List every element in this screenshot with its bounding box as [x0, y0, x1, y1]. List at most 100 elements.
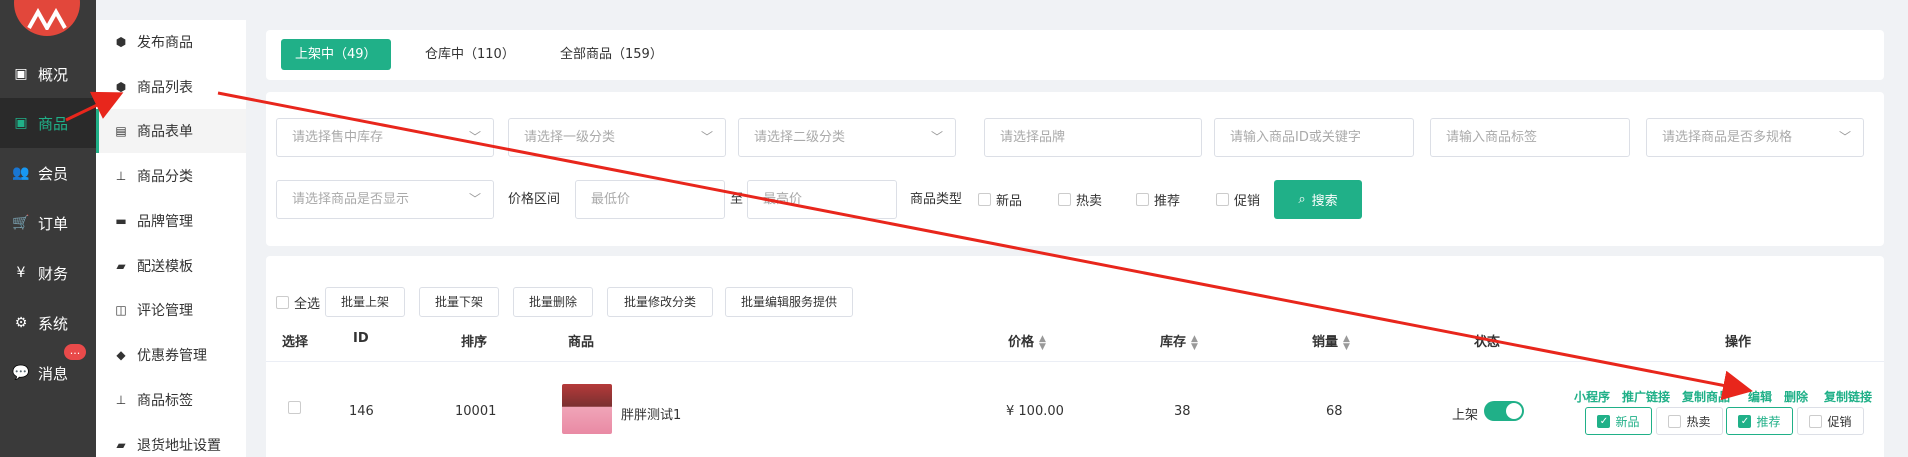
cell-product-name[interactable]: 胖胖测试1 [621, 404, 681, 423]
display-select[interactable]: 请选择商品是否显示 ﹀ [276, 180, 494, 219]
batch-on-sale-button[interactable]: 批量上架 [325, 287, 405, 317]
copy-url-link[interactable]: 复制链接 [1824, 388, 1872, 405]
submenu-item-label: 配送模板 [137, 259, 193, 275]
submenu-item-comments[interactable]: ◫ 评论管理 [96, 288, 246, 332]
header-id: ID [353, 331, 369, 346]
status-toggle[interactable] [1484, 401, 1524, 421]
copy-product-link[interactable]: 复制商品 [1682, 388, 1730, 405]
nav-item-members[interactable]: 👥 会员 [0, 148, 96, 198]
users-icon: 👥 [12, 165, 30, 181]
miniprogram-link[interactable]: 小程序 [1574, 388, 1610, 405]
logo-icon [27, 8, 67, 30]
nav-item-products[interactable]: ▣ 商品 [0, 98, 96, 148]
brand-input[interactable]: 请选择品牌 [984, 118, 1202, 157]
promo-link[interactable]: 推广链接 [1622, 388, 1670, 405]
checkbox-box [1668, 414, 1682, 428]
header-price-label: 价格 [1008, 335, 1035, 350]
submenu-item-shipping[interactable]: ▰ 配送模板 [96, 244, 246, 288]
nav-item-finance[interactable]: ¥ 财务 [0, 248, 96, 298]
type-hot-checkbox[interactable]: 热卖 [1058, 180, 1102, 219]
gear-icon: ⚙ [14, 315, 28, 331]
checkbox-label: 推荐 [1154, 194, 1181, 209]
submenu-item-list[interactable]: ⬢ 商品列表 [96, 65, 246, 109]
spec-select[interactable]: 请选择商品是否多规格 ﹀ [1646, 118, 1864, 157]
submenu-item-form[interactable]: ▤ 商品表单 [96, 109, 246, 153]
header-price[interactable]: 价格 ▲ ▼ [1008, 331, 1047, 351]
checkbox-label: 新品 [996, 194, 1023, 209]
submenu-item-publish[interactable]: ⬢ 发布商品 [96, 20, 246, 64]
category1-select[interactable]: 请选择一级分类 ﹀ [508, 118, 726, 157]
sort-icon[interactable]: ▲ ▼ [1191, 334, 1199, 351]
checkbox-box [1058, 193, 1071, 206]
tab-all[interactable]: 全部商品（159） [546, 39, 677, 70]
submenu-item-label: 商品分类 [137, 169, 193, 185]
submenu-item-label: 商品列表 [137, 80, 193, 96]
max-price-input[interactable]: 最高价 [747, 180, 897, 219]
nav-item-messages[interactable]: 💬 消息 ... [0, 344, 96, 398]
submenu-item-label: 品牌管理 [137, 214, 193, 230]
tag-new-toggle[interactable]: ✓ 新品 [1585, 407, 1652, 435]
type-promo-checkbox[interactable]: 促销 [1216, 180, 1260, 219]
submenu-item-brand[interactable]: ▬ 品牌管理 [96, 199, 246, 243]
truck-icon: ▰ [116, 259, 126, 273]
submenu-item-coupons[interactable]: ◆ 优惠券管理 [96, 333, 246, 377]
nav-item-label: 商品 [38, 114, 69, 133]
select-all-checkbox[interactable]: 全选 [276, 283, 320, 322]
submenu-item-category[interactable]: ⊥ 商品分类 [96, 154, 246, 198]
chevron-down-icon: ﹀ [468, 130, 481, 144]
tag-recommend-toggle[interactable]: ✓ 推荐 [1726, 407, 1793, 435]
submenu-item-labels[interactable]: ⊥ 商品标签 [96, 378, 246, 422]
min-price-input[interactable]: 最低价 [575, 180, 725, 219]
submenu-item-return-address[interactable]: ▰ 退货地址设置 [96, 423, 246, 457]
batch-off-sale-button[interactable]: 批量下架 [419, 287, 499, 317]
checkbox-box [276, 296, 289, 309]
message-badge: ... [64, 344, 86, 360]
cell-stock: 38 [1174, 404, 1191, 419]
status-tabs: 上架中（49） 仓库中（110） 全部商品（159） [266, 30, 1884, 80]
header-product: 商品 [568, 335, 595, 350]
nav-item-orders[interactable]: 🛒 订单 [0, 198, 96, 248]
keyword-input[interactable]: 请输入商品ID或关键字 [1214, 118, 1414, 157]
product-submenu: ⬢ 发布商品 ⬢ 商品列表 ▤ 商品表单 ⊥ 商品分类 ▬ 品牌管理 ▰ 配送模… [96, 20, 246, 457]
nav-item-system[interactable]: ⚙ 系统 [0, 298, 96, 348]
delete-link[interactable]: 删除 [1784, 388, 1808, 405]
cart-icon: 🛒 [12, 215, 30, 231]
tag-promo-toggle[interactable]: 促销 [1797, 407, 1864, 435]
batch-change-category-button[interactable]: 批量修改分类 [607, 287, 713, 317]
tag-label: 促销 [1827, 414, 1852, 429]
header-sales[interactable]: 销量 ▲ ▼ [1312, 331, 1351, 351]
row-checkbox[interactable] [288, 388, 306, 427]
tag-hot-toggle[interactable]: 热卖 [1656, 407, 1723, 435]
search-button[interactable]: ⌕ 搜索 [1274, 180, 1362, 219]
search-icon: ⌕ [1298, 192, 1306, 207]
header-stock[interactable]: 库存 ▲ ▼ [1160, 331, 1199, 351]
cell-price: ¥ 100.00 [1006, 404, 1064, 419]
sort-icon[interactable]: ▲ ▼ [1343, 334, 1351, 351]
batch-delete-button[interactable]: 批量删除 [513, 287, 593, 317]
brand-logo[interactable] [14, 0, 80, 36]
checkbox-box: ✓ [1738, 414, 1752, 428]
batch-edit-service-button[interactable]: 批量编辑服务提供 [725, 287, 853, 317]
product-thumbnail[interactable] [562, 384, 612, 434]
sort-icon[interactable]: ▲ ▼ [1039, 334, 1047, 351]
category2-select[interactable]: 请选择二级分类 ﹀ [738, 118, 956, 157]
header-ops: 操作 [1725, 335, 1752, 350]
header-divider [266, 361, 1884, 362]
nav-item-label: 系统 [38, 314, 69, 333]
type-recommend-checkbox[interactable]: 推荐 [1136, 180, 1180, 219]
sitemap-icon: ⊥ [115, 169, 127, 183]
nav-item-overview[interactable]: ▣ 概况 [0, 49, 96, 99]
checkbox-box [1136, 193, 1149, 206]
cell-id: 146 [349, 404, 374, 419]
type-new-checkbox[interactable]: 新品 [978, 180, 1022, 219]
cell-status: 上架 [1452, 408, 1479, 423]
edit-link[interactable]: 编辑 [1748, 388, 1772, 405]
tag-input[interactable]: 请输入商品标签 [1430, 118, 1630, 157]
submenu-item-label: 优惠券管理 [137, 348, 207, 364]
tab-warehouse[interactable]: 仓库中（110） [411, 39, 529, 70]
header-stock-label: 库存 [1160, 335, 1187, 350]
checkbox-box [1809, 414, 1823, 428]
stock-select[interactable]: 请选择售中库存 ﹀ [276, 118, 494, 157]
tab-on-sale[interactable]: 上架中（49） [281, 39, 391, 70]
yen-icon: ¥ [16, 265, 26, 281]
